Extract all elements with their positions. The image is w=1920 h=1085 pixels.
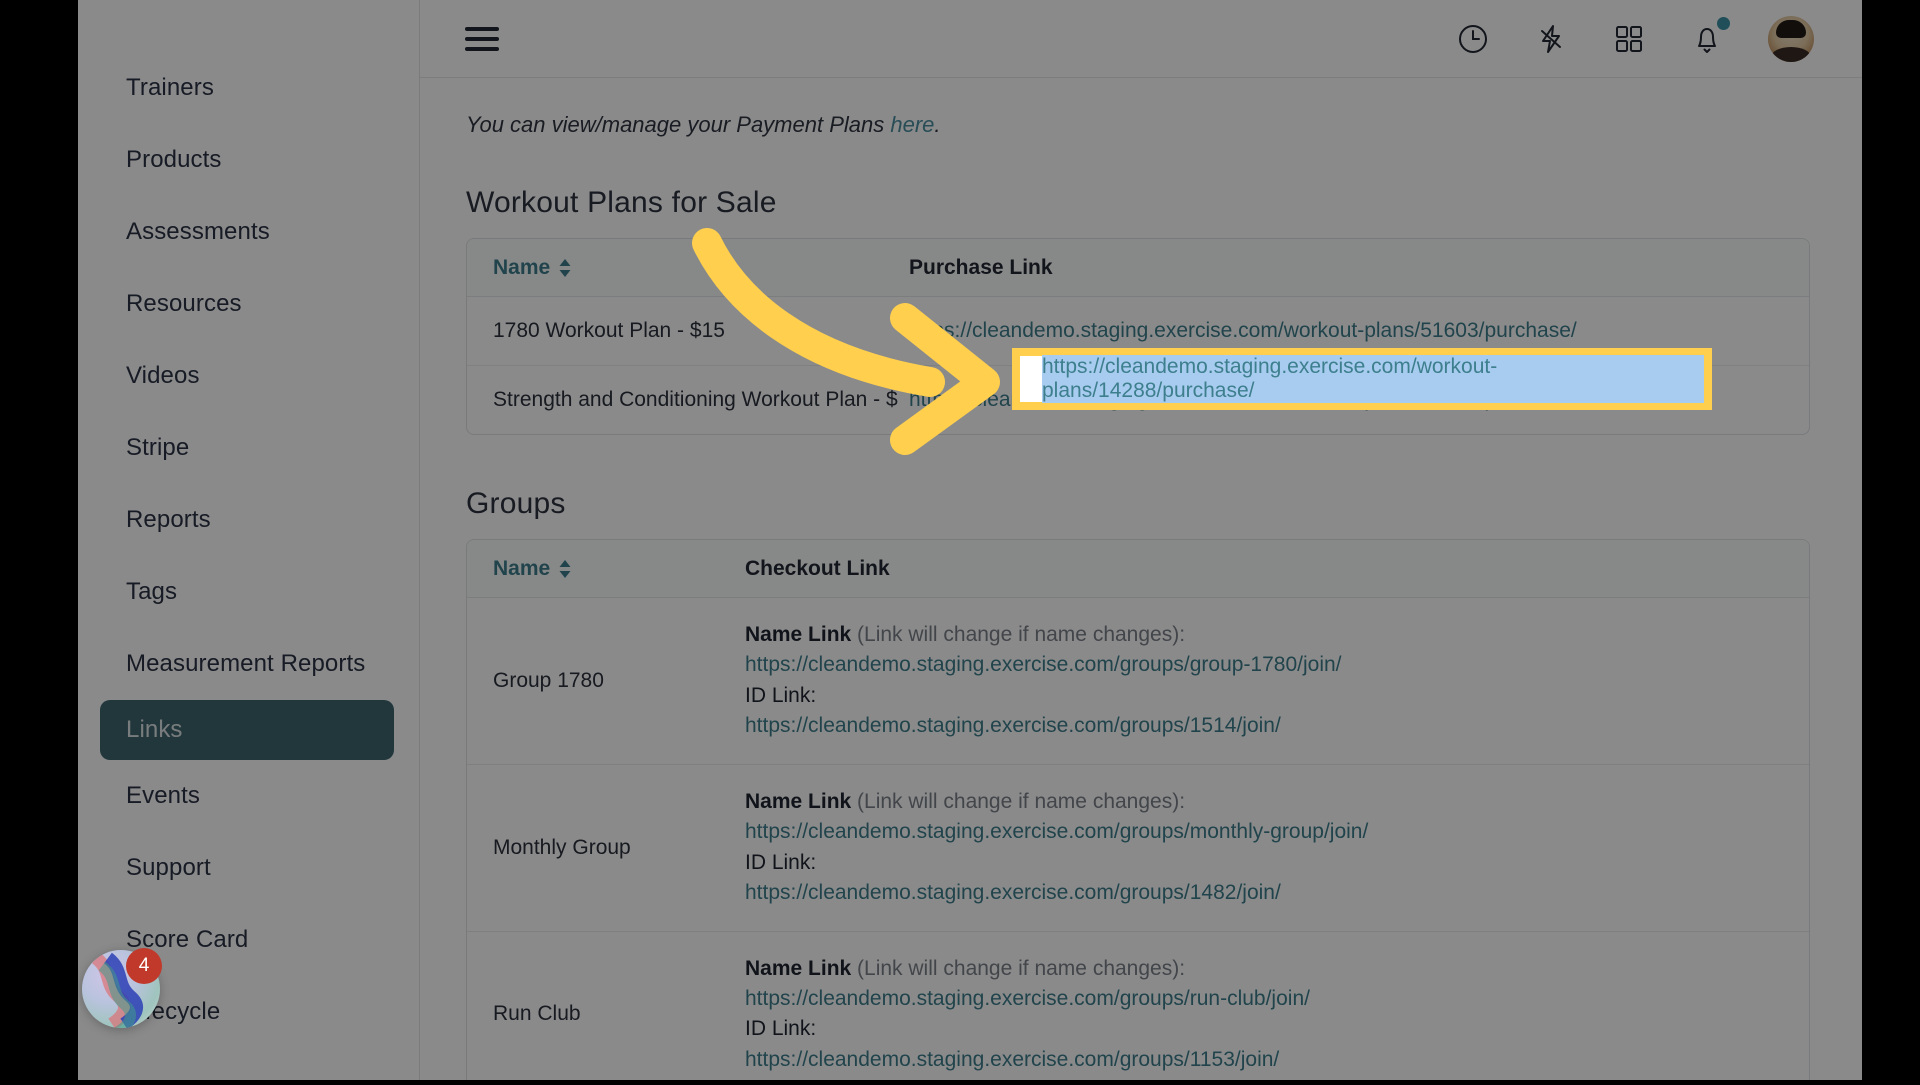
group-links-cell: Name Link (Link will change if name chan… bbox=[745, 765, 1809, 931]
sidebar-item-products[interactable]: Products bbox=[78, 124, 420, 196]
workout-plans-table-header: Name Purchase Link bbox=[467, 239, 1809, 297]
id-link-label: ID Link: bbox=[745, 683, 817, 707]
name-link-label: Name Link bbox=[745, 789, 852, 813]
top-bar-actions bbox=[1456, 15, 1814, 62]
workout-plans-title: Workout Plans for Sale bbox=[466, 186, 777, 219]
name-link-label-row: Name Link (Link will change if name chan… bbox=[745, 954, 1809, 984]
column-header-name[interactable]: Name bbox=[467, 256, 909, 280]
name-link-hint: (Link will change if name changes): bbox=[851, 956, 1186, 980]
sidebar-item-reports[interactable]: Reports bbox=[78, 484, 420, 556]
group-name-link[interactable]: https://cleandemo.staging.exercise.com/g… bbox=[745, 650, 1809, 680]
group-id-link[interactable]: https://cleandemo.staging.exercise.com/g… bbox=[745, 878, 1809, 908]
group-name: Monthly Group bbox=[493, 835, 631, 859]
main-content: You can view/manage your Payment Plans h… bbox=[420, 78, 1862, 1080]
sidebar-item-label: Reports bbox=[126, 506, 211, 533]
table-row: Group 1780 Name Link (Link will change if… bbox=[467, 598, 1809, 765]
column-header-group-name-label: Name bbox=[493, 556, 551, 580]
lightning-icon[interactable] bbox=[1534, 22, 1568, 56]
letterbox-right bbox=[1862, 0, 1920, 1080]
sidebar: Trainers Products Assessments Resources Vide… bbox=[78, 0, 420, 1080]
hamburger-menu-icon[interactable] bbox=[465, 21, 499, 57]
sidebar-item-label: Links bbox=[126, 716, 183, 743]
sort-toggle-icon[interactable] bbox=[558, 559, 572, 579]
sidebar-item-label: Assessments bbox=[126, 218, 270, 245]
workout-plan-link-cell: https://cleandemo.staging.exercise.com/w… bbox=[909, 366, 1809, 434]
history-icon[interactable] bbox=[1456, 22, 1490, 56]
name-link-hint: (Link will change if name changes): bbox=[851, 789, 1186, 813]
workout-plan-name: 1780 Workout Plan - $15 bbox=[493, 319, 725, 342]
group-id-link[interactable]: https://cleandemo.staging.exercise.com/g… bbox=[745, 1045, 1809, 1075]
bell-icon[interactable] bbox=[1690, 16, 1730, 56]
sidebar-item-label: Resources bbox=[126, 290, 242, 317]
workout-plan-name: Strength and Conditioning Workout Plan -… bbox=[493, 388, 898, 411]
group-name-link[interactable]: https://cleandemo.staging.exercise.com/g… bbox=[745, 817, 1809, 847]
sidebar-item-assessments[interactable]: Assessments bbox=[78, 196, 420, 268]
help-widget-badge: 4 bbox=[126, 948, 162, 984]
avatar[interactable] bbox=[1768, 15, 1814, 62]
sidebar-item-label: Trainers bbox=[126, 74, 214, 101]
workout-plan-link-cell: https://cleandemo.staging.exercise.com/w… bbox=[909, 297, 1809, 365]
group-name: Group 1780 bbox=[493, 668, 604, 692]
column-header-group-name[interactable]: Name bbox=[467, 557, 745, 581]
sidebar-item-measurement-reports[interactable]: Measurement Reports bbox=[78, 628, 420, 700]
payment-plans-here-link[interactable]: here bbox=[890, 112, 934, 137]
payment-plans-note-prefix: You can view/manage your Payment Plans bbox=[466, 112, 891, 137]
sidebar-item-label: Events bbox=[126, 782, 200, 809]
column-header-name-label: Name bbox=[493, 255, 551, 279]
letterbox-left bbox=[0, 0, 78, 1080]
payment-plans-note: You can view/manage your Payment Plans h… bbox=[466, 112, 1810, 138]
sidebar-item-label: Measurement Reports bbox=[126, 650, 366, 677]
sidebar-nav-list: Trainers Products Assessments Resources Vide… bbox=[78, 52, 420, 1048]
groups-table: Name Checkout Link Group 1780 Name Link (… bbox=[466, 539, 1810, 1080]
group-id-link[interactable]: https://cleandemo.staging.exercise.com/g… bbox=[745, 711, 1809, 741]
sidebar-item-label: Products bbox=[126, 146, 222, 173]
groups-table-header: Name Checkout Link bbox=[467, 540, 1809, 598]
name-link-label-row: Name Link (Link will change if name chan… bbox=[745, 620, 1809, 650]
sidebar-item-stripe[interactable]: Stripe bbox=[78, 412, 420, 484]
top-bar bbox=[420, 0, 1862, 78]
sidebar-item-support[interactable]: Support bbox=[78, 832, 420, 904]
sidebar-item-videos[interactable]: Videos bbox=[78, 340, 420, 412]
id-link-label: ID Link: bbox=[745, 850, 817, 874]
groups-title: Groups bbox=[466, 487, 566, 520]
apps-grid-icon[interactable] bbox=[1612, 22, 1646, 56]
group-name-link[interactable]: https://cleandemo.staging.exercise.com/g… bbox=[745, 984, 1809, 1014]
column-header-purchase-link: Purchase Link bbox=[909, 255, 1053, 279]
sidebar-item-links[interactable]: Links bbox=[100, 700, 394, 760]
group-name: Run Club bbox=[493, 1002, 581, 1026]
id-link-label: ID Link: bbox=[745, 1017, 817, 1041]
purchase-link[interactable]: https://cleandemo.staging.exercise.com/w… bbox=[909, 319, 1577, 343]
notification-dot bbox=[1717, 16, 1730, 30]
purchase-link[interactable]: https://cleandemo.staging.exercise.com/w… bbox=[909, 388, 1577, 412]
group-links-cell: Name Link (Link will change if name chan… bbox=[745, 598, 1809, 764]
name-link-label-row: Name Link (Link will change if name chan… bbox=[745, 787, 1809, 817]
sidebar-item-resources[interactable]: Resources bbox=[78, 268, 420, 340]
name-link-label: Name Link bbox=[745, 956, 852, 980]
name-link-label: Name Link bbox=[745, 623, 852, 646]
payment-plans-note-suffix: . bbox=[934, 112, 941, 137]
sidebar-item-tags[interactable]: Tags bbox=[78, 556, 420, 628]
table-row: Monthly Group Name Link (Link will change… bbox=[467, 765, 1809, 932]
sidebar-item-label: Stripe bbox=[126, 434, 190, 461]
sidebar-item-label: Videos bbox=[126, 362, 200, 389]
column-header-checkout-link: Checkout Link bbox=[745, 556, 890, 580]
workout-plans-table: Name Purchase Link 1780 Workout Plan - $… bbox=[466, 238, 1810, 435]
workout-plans-rows: 1780 Workout Plan - $15 https://cleandemo… bbox=[467, 297, 1809, 434]
sidebar-item-label: Tags bbox=[126, 578, 178, 605]
groups-rows: Group 1780 Name Link (Link will change if… bbox=[467, 598, 1809, 1080]
table-row: 1780 Workout Plan - $15 https://cleandemo… bbox=[467, 297, 1809, 366]
group-links-cell: Name Link (Link will change if name chan… bbox=[745, 932, 1809, 1081]
sidebar-item-events[interactable]: Events bbox=[78, 760, 420, 832]
name-link-hint: (Link will change if name changes): bbox=[851, 623, 1186, 646]
sidebar-item-trainers[interactable]: Trainers bbox=[78, 52, 420, 124]
sort-toggle-icon[interactable] bbox=[558, 258, 572, 278]
table-row: Run Club Name Link (Link will change if n… bbox=[467, 932, 1809, 1081]
table-row: Strength and Conditioning Workout Plan -… bbox=[467, 366, 1809, 434]
sidebar-item-label: Support bbox=[126, 854, 211, 881]
